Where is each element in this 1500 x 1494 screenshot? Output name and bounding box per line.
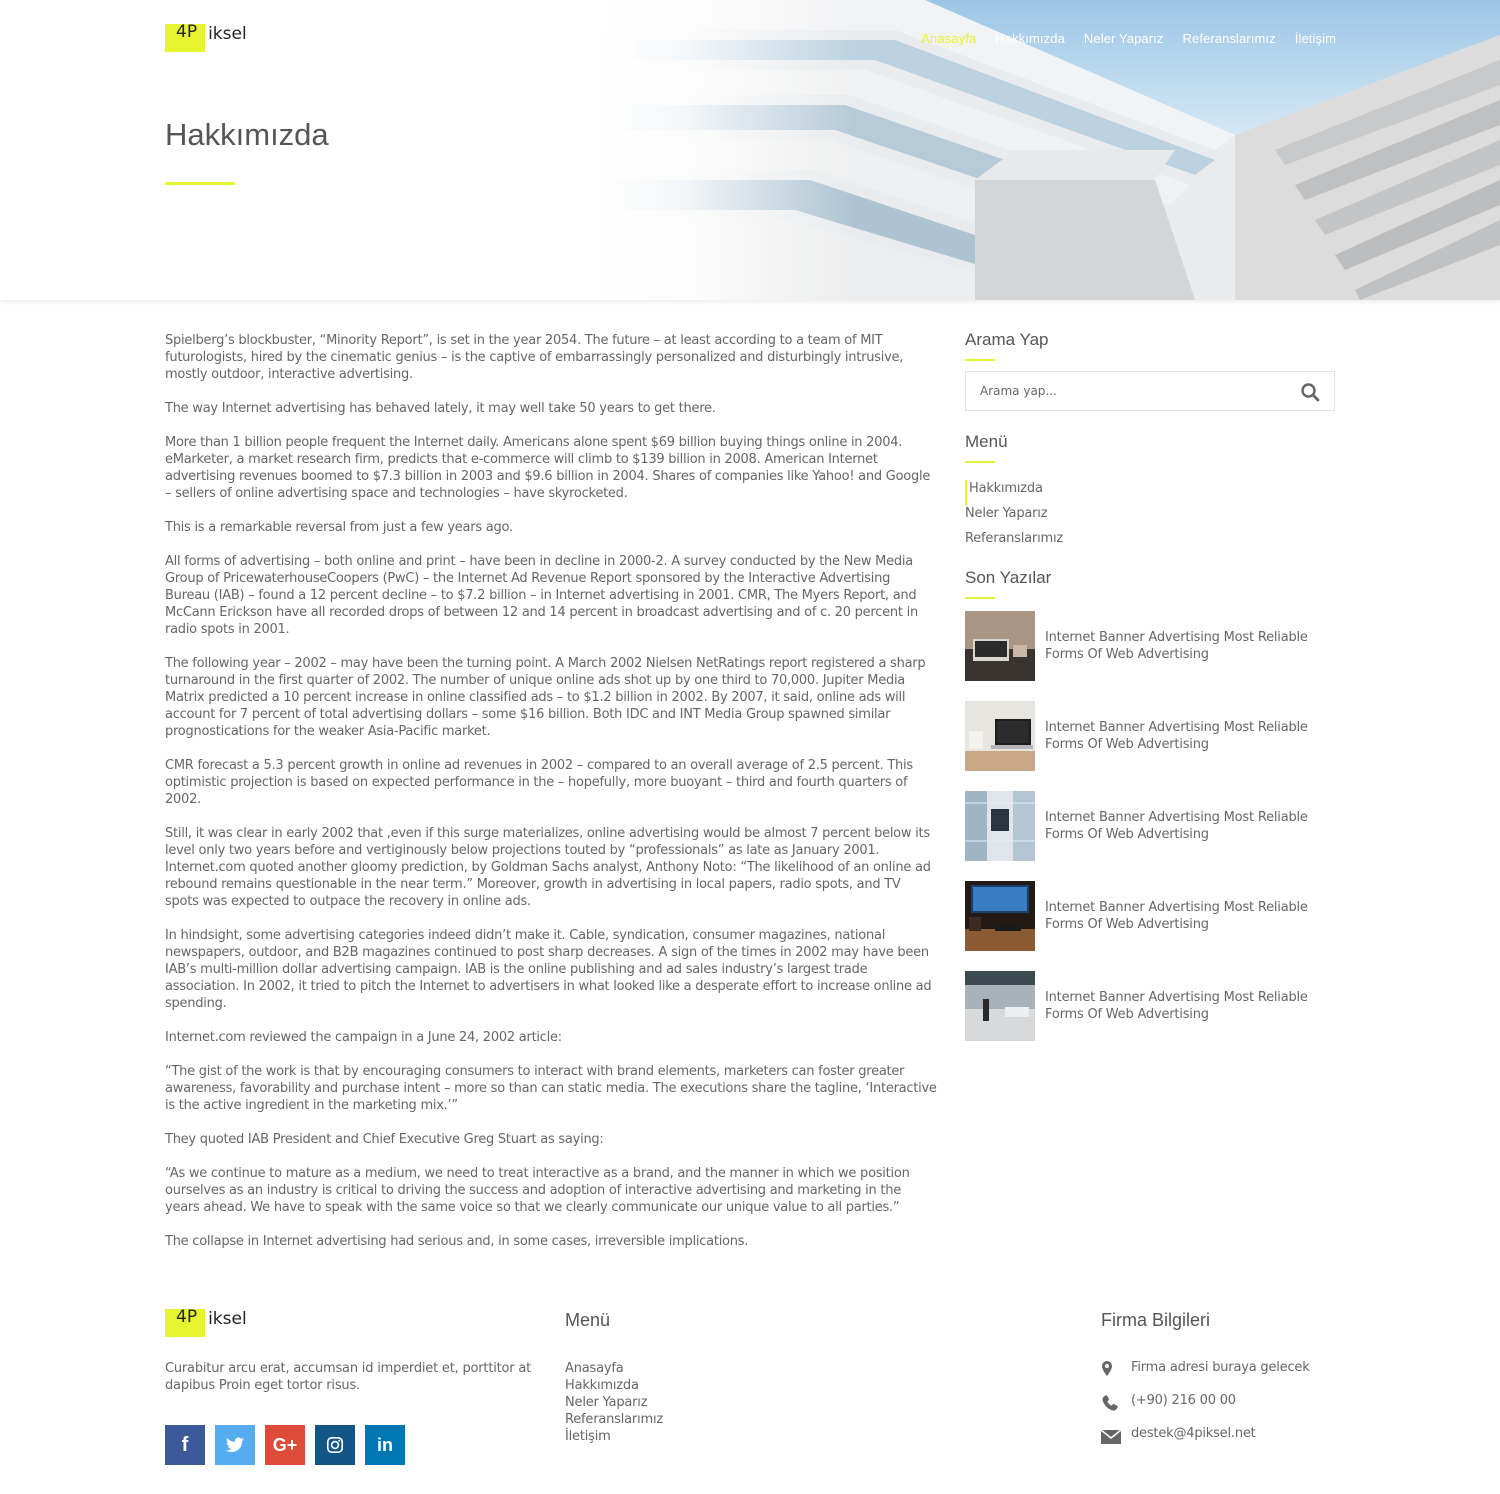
company-phone-text[interactable]: (+90) 216 00 00 [1131,1393,1236,1408]
recent-post-title: Internet Banner Advertising Most Reliabl… [1045,720,1308,752]
search-widget-title: Arama Yap [965,330,1049,349]
footer-logo[interactable]: 4P iksel [165,1307,247,1337]
social-links: f G+ in [165,1425,405,1465]
article-body: Spielberg’s blockbuster, “Minority Repor… [165,332,937,1267]
sidebar-menu-item-hakkimizda[interactable]: Hakkımızda [965,480,1335,505]
logo-text: iksel [208,1309,247,1329]
search-form [965,371,1335,411]
widget-underline [965,359,995,361]
menu-widget-title: Menü [965,432,1008,451]
article-paragraph: This is a remarkable reversal from just … [165,520,513,535]
post-thumbnail [965,701,1035,771]
post-thumbnail [965,611,1035,681]
recent-post[interactable]: Internet Banner Advertising Most Reliabl… [965,701,1335,771]
post-thumbnail [965,791,1035,861]
logo-mark: 4P [176,1307,198,1327]
sidebar-menu: Hakkımızda Neler Yaparız Referanslarımız [965,480,1335,555]
envelope-icon [1101,1429,1122,1444]
article-paragraph: All forms of advertising – both online a… [165,554,918,637]
article-paragraph: “As we continue to mature as a medium, w… [165,1166,910,1215]
nav-item-referanslarimiz[interactable]: Referanslarımız [1183,31,1276,46]
facebook-icon: f [181,1433,189,1456]
post-thumbnail [965,971,1035,1041]
sidebar-menu-item-referanslarimiz[interactable]: Referanslarımız [965,530,1335,555]
instagram-button[interactable] [315,1425,355,1465]
recent-post-title: Internet Banner Advertising Most Reliabl… [1045,990,1308,1022]
company-info-title: Firma Bilgileri [1101,1310,1211,1330]
logo-mark: 4P [176,22,198,42]
linkedin-icon: in [377,1434,393,1455]
footer-menu-item-neler-yapariz[interactable]: Neler Yaparız [565,1394,663,1411]
recent-post-title: Internet Banner Advertising Most Reliabl… [1045,630,1308,662]
recent-post[interactable]: Internet Banner Advertising Most Reliabl… [965,881,1335,951]
site-logo[interactable]: 4P iksel [165,22,247,52]
recent-post-title: Internet Banner Advertising Most Reliabl… [1045,810,1308,842]
map-marker-icon [1102,1361,1112,1376]
article-paragraph: Internet.com reviewed the campaign in a … [165,1030,562,1045]
footer-about-text: Curabitur arcu erat, accumsan id imperdi… [165,1361,532,1393]
recent-post[interactable]: Internet Banner Advertising Most Reliabl… [965,611,1335,681]
nav-item-anasayfa[interactable]: Anasayfa [921,31,976,46]
article-paragraph: “The gist of the work is that by encoura… [165,1064,937,1113]
nav-item-iletisim[interactable]: İletişim [1295,31,1336,46]
article-paragraph: In hindsight, some advertising categorie… [165,928,932,1011]
company-info-list: Firma adresi buraya gelecek (+90) 216 00… [1101,1360,1310,1459]
footer-menu-item-referanslarimiz[interactable]: Referanslarımız [565,1411,663,1428]
sidebar: Arama Yap Menü Hakkımızda Neler Yaparız … [965,330,1335,1061]
google-plus-button[interactable]: G+ [265,1425,305,1465]
sidebar-menu-item-neler-yapariz[interactable]: Neler Yaparız [965,505,1335,530]
recent-posts-title: Son Yazılar [965,568,1052,587]
article-paragraph: More than 1 billion people frequent the … [165,435,931,501]
logo-text: iksel [208,24,247,44]
facebook-button[interactable]: f [165,1425,205,1465]
article-paragraph: The following year – 2002 – may have bee… [165,656,926,739]
search-widget: Arama Yap [965,330,1335,411]
company-phone: (+90) 216 00 00 [1101,1393,1310,1426]
google-plus-icon: G+ [272,1434,298,1455]
recent-post[interactable]: Internet Banner Advertising Most Reliabl… [965,971,1335,1041]
recent-post-title: Internet Banner Advertising Most Reliabl… [1045,900,1308,932]
recent-posts-widget: Son Yazılar Internet Banner Advertising … [965,568,1335,1041]
search-icon[interactable] [1300,382,1320,402]
main-nav: Anasayfa Hakkımızda Neler Yaparız Refera… [921,31,1336,46]
widget-underline [965,597,995,599]
footer-menu-title: Menü [565,1310,611,1330]
page-header: 4P iksel Anasayfa Hakkımızda Neler Yapar… [0,0,1500,300]
page-title: Hakkımızda [165,117,329,152]
company-email: destek@4piksel.net [1101,1426,1310,1459]
article-paragraph: The way Internet advertising has behaved… [165,401,716,416]
article-paragraph: Spielberg’s blockbuster, “Minority Repor… [165,333,904,382]
company-address-text: Firma adresi buraya gelecek [1131,1360,1310,1375]
company-email-text[interactable]: destek@4piksel.net [1131,1426,1256,1441]
twitter-icon [226,1437,244,1453]
nav-item-hakkimizda[interactable]: Hakkımızda [995,31,1065,46]
article-paragraph: The collapse in Internet advertising had… [165,1234,749,1249]
footer-menu-item-hakkimizda[interactable]: Hakkımızda [565,1377,663,1394]
footer-menu: Anasayfa Hakkımızda Neler Yaparız Refera… [565,1360,663,1445]
twitter-button[interactable] [215,1425,255,1465]
article-paragraph: Still, it was clear in early 2002 that ,… [165,826,931,909]
footer-menu-item-anasayfa[interactable]: Anasayfa [565,1360,663,1377]
post-thumbnail [965,881,1035,951]
linkedin-button[interactable]: in [365,1425,405,1465]
instagram-icon [326,1436,344,1454]
footer-menu-item-iletisim[interactable]: İletişim [565,1428,663,1445]
widget-underline [965,461,995,463]
search-input[interactable] [966,372,1266,410]
company-address: Firma adresi buraya gelecek [1101,1360,1310,1393]
recent-post[interactable]: Internet Banner Advertising Most Reliabl… [965,791,1335,861]
article-paragraph: CMR forecast a 5.3 percent growth in onl… [165,758,913,807]
nav-item-neler-yapariz[interactable]: Neler Yaparız [1084,31,1164,46]
title-underline [165,182,235,185]
article-paragraph: They quoted IAB President and Chief Exec… [165,1132,604,1147]
phone-icon [1102,1395,1118,1411]
menu-widget: Menü Hakkımızda Neler Yaparız Referansla… [965,432,1335,555]
